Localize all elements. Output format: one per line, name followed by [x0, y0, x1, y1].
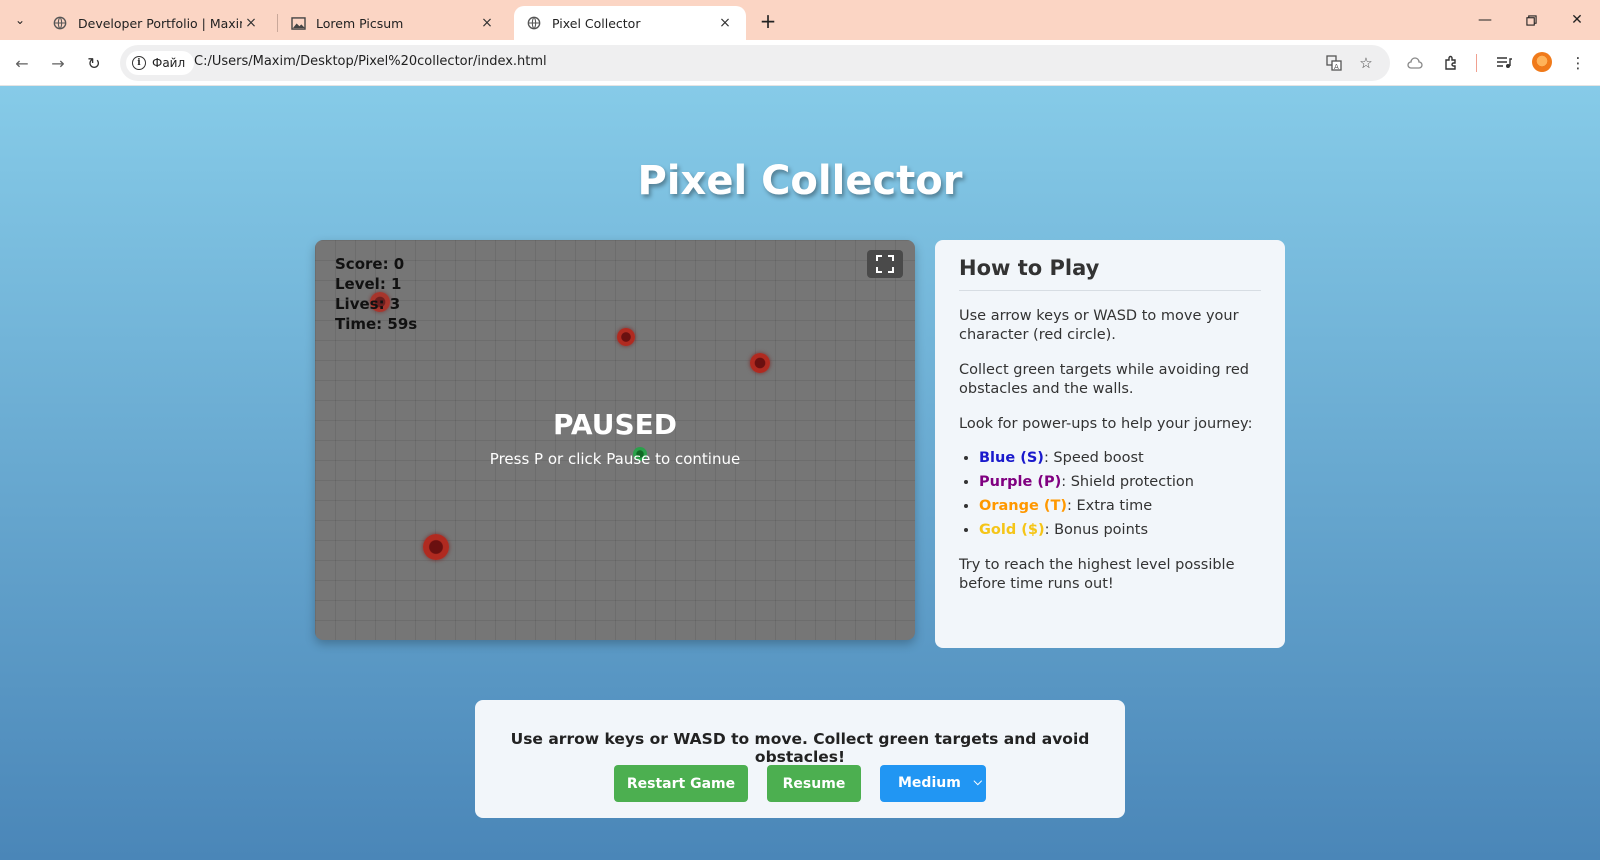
bookmark-star-icon[interactable]: ☆ [1354, 51, 1378, 75]
powerup-desc: : Extra time [1067, 498, 1153, 514]
close-tab-icon[interactable]: × [242, 14, 260, 32]
paused-title: PAUSED [552, 408, 678, 441]
globe-icon [526, 15, 542, 31]
powerup-desc: : Speed boost [1043, 450, 1144, 466]
tab-lorem-picsum[interactable]: Lorem Picsum × [278, 6, 508, 40]
powerup-name: Gold ($) [979, 522, 1045, 538]
browser-toolbar: ← → ↻ i Файл C:/Users/Maxim/Desktop/Pixe… [0, 40, 1600, 86]
controls-panel: Use arrow keys or WASD to move. Collect … [475, 700, 1125, 818]
score-display: Score: 0 [335, 255, 405, 273]
more-menu-icon[interactable]: ⋮ [1564, 49, 1592, 77]
paused-subtitle: Press P or click Pause to continue [489, 450, 741, 468]
close-tab-icon[interactable]: × [478, 14, 496, 32]
image-icon [290, 15, 306, 31]
powerup-name: Blue (S) [979, 450, 1044, 466]
instructions-powerups: Look for power-ups to help your journey: [959, 416, 1253, 432]
lives-display: Lives: 3 [335, 295, 401, 313]
how-to-play-heading: How to Play [959, 256, 1261, 291]
reload-icon[interactable]: ↻ [80, 49, 108, 77]
powerup-item: Gold ($): Bonus points [979, 518, 1261, 542]
powerup-name: Orange (T) [979, 498, 1067, 514]
how-to-play-panel: How to Play Use arrow keys or WASD to mo… [935, 240, 1285, 648]
red-obstacle [750, 353, 770, 373]
forward-arrow-icon[interactable]: → [44, 49, 72, 77]
close-tab-icon[interactable]: × [716, 14, 734, 32]
page-content: Pixel Collector Score: 0 Level: 1 Lives:… [0, 86, 1600, 860]
info-icon: i [132, 56, 146, 70]
url-text[interactable]: C:/Users/Maxim/Desktop/Pixel%20collector… [194, 54, 547, 69]
difficulty-select[interactable]: Medium ⌵ [880, 765, 986, 802]
tab-developer-portfolio[interactable]: Developer Portfolio | Maxim Mk × [40, 6, 272, 40]
red-obstacle [423, 534, 449, 560]
profile-avatar[interactable] [1532, 52, 1552, 72]
minimize-icon[interactable]: — [1462, 6, 1508, 34]
translate-icon[interactable]: A [1322, 51, 1346, 75]
new-tab-plus-icon[interactable]: + [756, 9, 780, 33]
site-info-chip[interactable]: i Файл [126, 51, 195, 75]
game-hud: Score: 0 Level: 1 Lives: 3 Time: 59s [335, 254, 417, 334]
instructions-collect: Collect green targets while avoiding red… [959, 362, 1249, 397]
difficulty-value: Medium [898, 775, 961, 791]
globe-icon [52, 15, 68, 31]
powerup-desc: : Bonus points [1044, 522, 1148, 538]
tab-title: Pixel Collector [552, 15, 641, 31]
instructions-goal: Try to reach the highest level possible … [959, 557, 1235, 592]
back-arrow-icon[interactable]: ← [8, 49, 36, 77]
tab-search-chevron-icon[interactable]: ⌄ [8, 8, 32, 32]
level-display: Level: 1 [335, 275, 402, 293]
tab-title: Developer Portfolio | Maxim Mk [78, 15, 242, 31]
fullscreen-icon [876, 255, 894, 273]
extensions-puzzle-icon[interactable] [1437, 49, 1465, 77]
controls-instructions: Use arrow keys or WASD to move. Collect … [510, 730, 1090, 766]
red-obstacle [617, 328, 635, 346]
powerup-item: Blue (S): Speed boost [979, 446, 1261, 470]
tab-title: Lorem Picsum [316, 15, 404, 31]
powerup-desc: : Shield protection [1061, 474, 1194, 490]
site-chip-label: Файл [152, 56, 186, 70]
browser-tab-bar: ⌄ Developer Portfolio | Maxim Mk × Lorem… [0, 0, 1600, 40]
powerup-list: Blue (S): Speed boost Purple (P): Shield… [979, 446, 1261, 542]
powerup-item: Orange (T): Extra time [979, 494, 1261, 518]
tab-pixel-collector[interactable]: Pixel Collector × [514, 6, 746, 40]
restore-icon[interactable] [1508, 6, 1554, 34]
restart-game-button[interactable]: Restart Game [614, 765, 748, 802]
toolbar-divider [1476, 54, 1477, 72]
game-canvas[interactable]: Score: 0 Level: 1 Lives: 3 Time: 59s PAU… [315, 240, 915, 640]
resume-button[interactable]: Resume [767, 765, 861, 802]
svg-text:A: A [1334, 63, 1339, 71]
extension-puzzle-cloud-icon[interactable] [1401, 49, 1429, 77]
powerup-name: Purple (P) [979, 474, 1062, 490]
instructions-move: Use arrow keys or WASD to move your char… [959, 308, 1239, 343]
powerup-item: Purple (P): Shield protection [979, 470, 1261, 494]
page-title: Pixel Collector [637, 158, 963, 204]
fullscreen-button[interactable] [867, 250, 903, 278]
address-bar[interactable]: i Файл C:/Users/Maxim/Desktop/Pixel%20co… [120, 45, 1390, 81]
chevron-down-icon: ⌵ [973, 775, 982, 788]
time-display: Time: 59s [335, 315, 418, 333]
close-window-icon[interactable]: ✕ [1554, 6, 1600, 34]
media-controls-icon[interactable] [1490, 49, 1518, 77]
